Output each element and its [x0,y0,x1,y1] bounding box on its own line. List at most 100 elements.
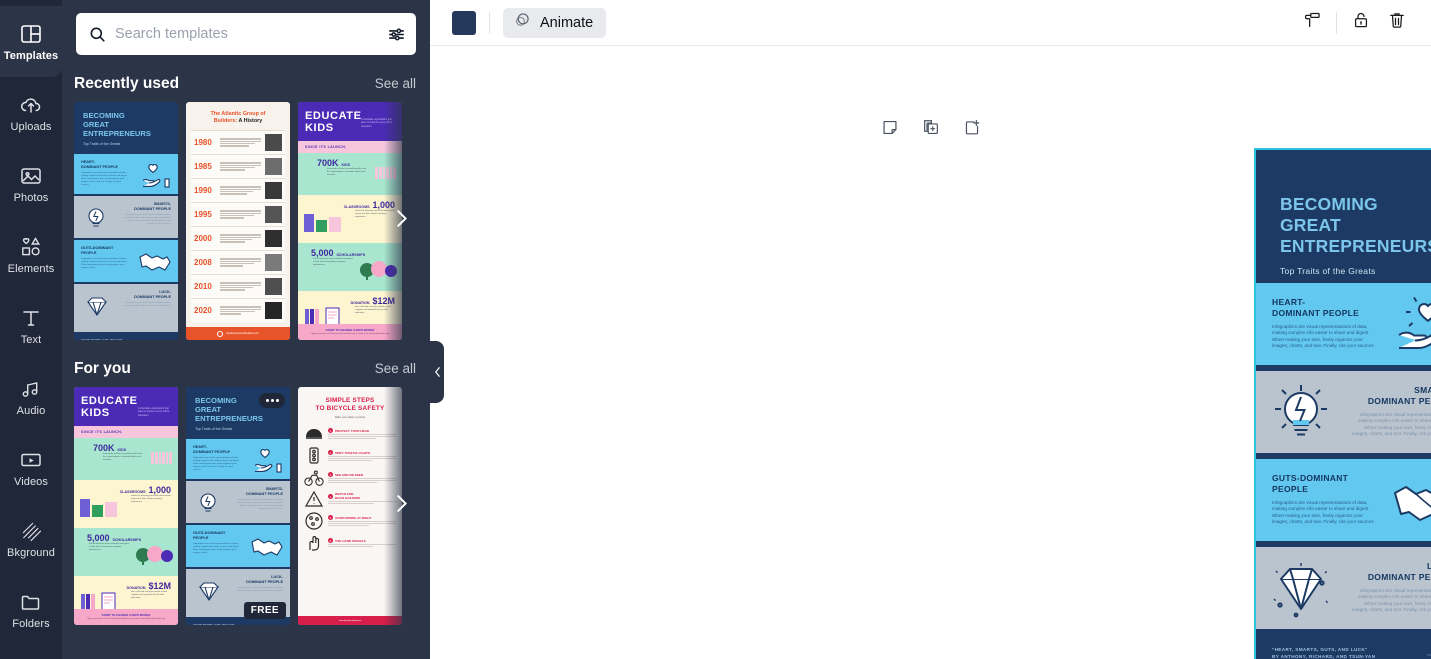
canvas-area[interactable]: BECOMING GREAT ENTREPRENEURS Top Traits … [430,46,1431,659]
sidebar-label: Uploads [10,120,52,133]
free-badge: FREE [243,602,286,619]
design-title-line2: GREAT [1280,215,1341,235]
duplicate-page-button[interactable] [921,118,940,137]
template-thumb-educate-kids-2[interactable]: EDUCATE KIDS A charitable organization th… [74,387,178,625]
sidebar-item-uploads[interactable]: Uploads [0,77,62,148]
left-sidebar-rail: Templates Uploads Photos Elements Text A… [0,0,62,659]
template-thumb-becoming-great-entrepreneurs[interactable]: BECOMING GREAT ENTREPRENEURS Top Traits of… [74,102,178,340]
heart-body: Infographics are visual representations … [1272,324,1375,349]
sliders-icon[interactable] [387,25,406,44]
dot [270,399,274,402]
panel-collapse-handle[interactable] [430,341,444,403]
dot [265,399,269,402]
carousel-next-recently-used[interactable] [390,208,412,235]
search-area [62,0,430,55]
handshake-icon [1394,486,1431,521]
template-thumb-atlantic-group-history[interactable]: The Atlantic Group of Builders: A History… [186,102,290,340]
footer-credit: "HEART, SMARTS, GUTS, AND LUCK" BY ANTHO… [1272,646,1431,659]
see-all-for-you[interactable]: See all [375,361,416,376]
template-more-options-button[interactable] [259,393,285,408]
sidebar-label: Templates [3,49,59,62]
video-icon [19,448,43,472]
toolbar-right-group [1294,5,1415,41]
see-all-recently-used[interactable]: See all [375,76,416,91]
section-title: For you [74,360,131,377]
for-you-row-wrap: EDUCATE KIDS A charitable organization th… [62,387,430,625]
lock-button[interactable] [1343,5,1379,41]
paint-roller-icon [1302,10,1322,35]
sidebar-label: Folders [12,617,50,630]
animate-label: Animate [540,14,594,31]
template-thumb-bicycle-safety[interactable]: SIMPLE STEPS TO BICYCLE SAFETY Make your … [298,387,402,625]
search-icon [88,25,107,44]
design-subtitle: Top Traits of the Greats [1280,266,1376,276]
sidebar-label: Audio [16,404,46,417]
luck-body: Infographics are visual representations … [1352,588,1431,613]
photo-icon [19,164,43,188]
recently-used-header: Recently used See all [62,55,430,102]
design-title: BECOMING GREAT ENTREPRENEURS [1280,194,1431,257]
add-page-button[interactable] [962,118,981,137]
page-tools [880,118,981,137]
design-title-line1: BECOMING [1280,194,1378,214]
search-box[interactable] [76,13,416,55]
top-toolbar: Animate [430,0,1431,46]
for-you-row: EDUCATE KIDS A charitable organization th… [74,387,430,625]
animate-button[interactable]: Animate [503,7,607,38]
delete-button[interactable] [1379,5,1415,41]
sidebar-item-elements[interactable]: Elements [0,219,62,290]
footer-source: Find more at nonpronline.com [1427,647,1431,658]
sidebar-item-bkground[interactable]: Bkground [0,503,62,574]
sidebar-label: Videos [13,475,49,488]
upload-cloud-icon [19,93,43,117]
lock-icon [1351,10,1371,35]
template-thumb-becoming-great-entrepreneurs-selected[interactable]: BECOMING GREAT ENTREPRENEURS Top Traits of… [186,387,290,625]
trash-icon [1387,10,1407,35]
sidebar-label: Photos [13,191,49,204]
recently-used-row-wrap: BECOMING GREAT ENTREPRENEURS Top Traits of… [62,102,430,340]
heart-band[interactable]: HEART- DOMINANT PEOPLE Infographics are … [1256,280,1431,368]
dot [275,399,279,402]
section-title: Recently used [74,75,180,92]
color-swatch-button[interactable] [452,10,476,35]
recently-used-row: BECOMING GREAT ENTREPRENEURS Top Traits of… [74,102,430,340]
hatch-pattern-icon [19,519,43,543]
templates-panel: Recently used See all BECOMINGGREATENTRE… [62,0,430,659]
guts-band[interactable]: GUTS-DOMINANT PEOPLE Infographics are vi… [1256,456,1431,544]
hand-heart-icon [1398,296,1431,349]
sidebar-label: Bkground [7,546,55,559]
sidebar-label: Elements [7,262,55,275]
text-icon [19,306,43,330]
sidebar-item-photos[interactable]: Photos [0,148,62,219]
design-footer: "HEART, SMARTS, GUTS, AND LUCK" BY ANTHO… [1256,632,1431,659]
notes-button[interactable] [880,118,899,137]
sidebar-item-templates[interactable]: Templates [0,6,62,77]
design-header: BECOMING GREAT ENTREPRENEURS Top Traits … [1256,150,1431,280]
music-note-icon [19,377,43,401]
search-input[interactable] [115,26,379,42]
shapes-icon [19,235,43,259]
design-title-line3: ENTREPRENEURS [1280,236,1431,256]
sidebar-item-text[interactable]: Text [0,290,62,361]
design-canvas-page[interactable]: BECOMING GREAT ENTREPRENEURS Top Traits … [1254,148,1431,659]
carousel-next-for-you[interactable] [390,493,412,520]
smarts-band[interactable]: SMARTS- DOMINANT PEOPLE Infographics are… [1256,368,1431,456]
diamond-icon [1273,563,1329,618]
canva-editor: Templates Uploads Photos Elements Text A… [0,0,1431,659]
footer-line1: "HEART, SMARTS, GUTS, AND LUCK" [1272,647,1368,652]
folder-icon [19,590,43,614]
template-thumb-educate-kids[interactable]: EDUCATE KIDS A charitable organization th… [298,102,402,340]
sidebar-item-videos[interactable]: Videos [0,432,62,503]
toolbar-divider-2 [1336,11,1337,34]
for-you-header: For you See all [62,340,430,387]
copy-style-button[interactable] [1294,5,1330,41]
luck-band[interactable]: LUCK- DOMINANT PEOPLE Infographics are v… [1256,544,1431,632]
sidebar-item-folders[interactable]: Folders [0,574,62,645]
smarts-body: Infographics are visual representations … [1352,412,1431,437]
sidebar-item-audio[interactable]: Audio [0,361,62,432]
footer-line2: BY ANTHONY, RICHARD, AND TSUN-YAN [1272,654,1376,659]
templates-icon [19,22,43,46]
guts-body: Infographics are visual representations … [1272,500,1375,525]
footer-right-line2: nonpronline.com [1426,652,1431,657]
animate-circles-icon [513,11,531,34]
